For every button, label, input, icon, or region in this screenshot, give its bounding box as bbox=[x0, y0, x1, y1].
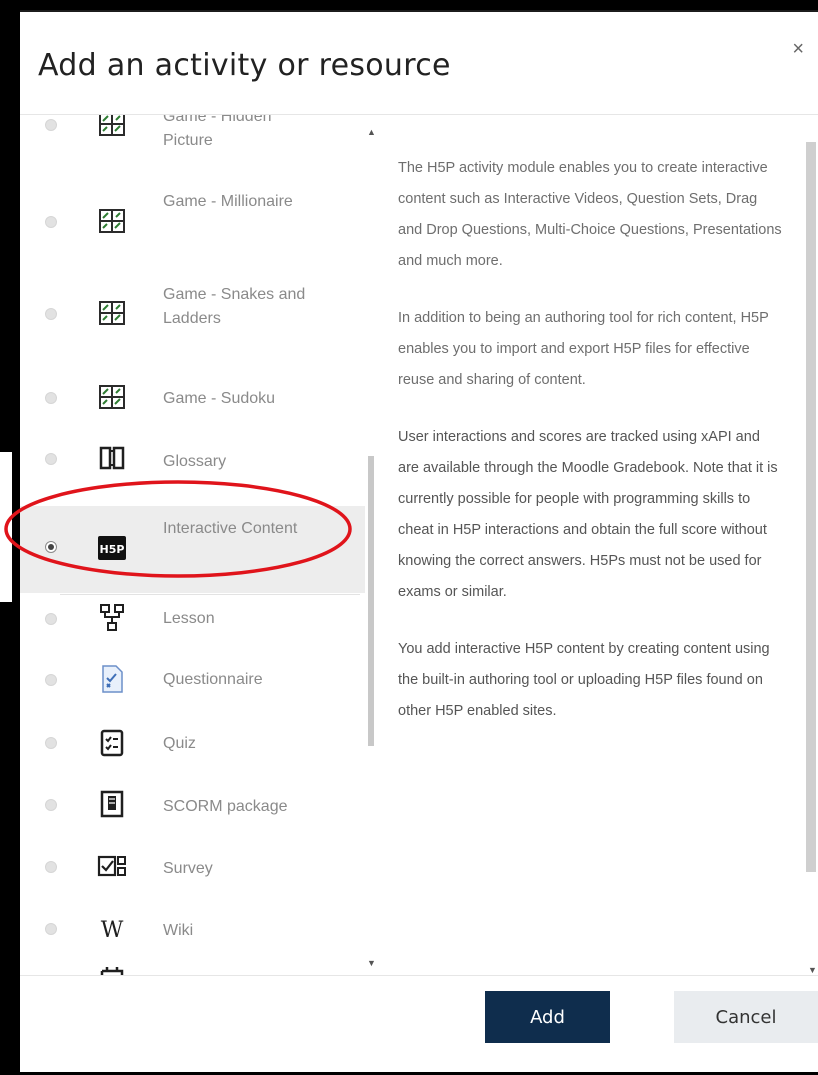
book-icon bbox=[99, 446, 125, 470]
svg-text:W: W bbox=[101, 918, 124, 943]
activity-item-game-sudoku[interactable]: Game - Sudoku bbox=[20, 370, 365, 430]
activity-item-survey[interactable]: Survey bbox=[20, 839, 365, 899]
quiz-checklist-icon bbox=[100, 729, 124, 757]
activity-item-glossary[interactable]: Glossary bbox=[20, 431, 365, 491]
activity-label: Interactive Content bbox=[163, 520, 298, 537]
radio-button-selected[interactable] bbox=[45, 541, 57, 553]
activity-label: Questionnaire bbox=[163, 671, 263, 688]
description-paragraph: You add interactive H5P content by creat… bbox=[398, 641, 770, 719]
activity-label: Wiki bbox=[163, 922, 194, 939]
radio-button[interactable] bbox=[45, 737, 57, 749]
close-icon[interactable]: × bbox=[792, 38, 804, 61]
description-paragraph: In addition to being an authoring tool f… bbox=[398, 310, 769, 388]
radio-button[interactable] bbox=[45, 674, 57, 686]
activity-list-scrollbar[interactable]: ▲ ▼ bbox=[355, 115, 376, 975]
add-button[interactable]: Add bbox=[485, 991, 610, 1043]
game-grid-icon bbox=[99, 301, 125, 325]
activity-item-game-millionaire[interactable]: Game - Millionaire bbox=[20, 193, 365, 254]
radio-button[interactable] bbox=[45, 453, 57, 465]
cancel-button[interactable]: Cancel bbox=[674, 991, 818, 1043]
activity-item-wiki[interactable]: W Wiki bbox=[20, 901, 365, 961]
dialog-footer: Add Cancel bbox=[20, 975, 818, 1075]
questionnaire-icon bbox=[102, 665, 123, 693]
activity-description: The H5P activity module enables you to c… bbox=[398, 115, 803, 975]
activity-item-scorm-package[interactable]: SCORM package bbox=[20, 777, 365, 837]
activity-label: Game - Hidden Picture bbox=[163, 115, 272, 149]
dialog-title: Add an activity or resource bbox=[38, 48, 451, 83]
activity-label: Lesson bbox=[163, 610, 215, 627]
activity-label: Glossary bbox=[163, 453, 227, 470]
wiki-icon: W bbox=[101, 918, 124, 943]
activity-label: SCORM package bbox=[163, 798, 288, 815]
radio-button[interactable] bbox=[45, 613, 57, 625]
svg-text:H5P: H5P bbox=[100, 543, 125, 556]
survey-icon bbox=[97, 855, 126, 877]
radio-button[interactable] bbox=[45, 861, 57, 873]
radio-button[interactable] bbox=[45, 308, 57, 320]
activity-item-quiz[interactable]: Quiz bbox=[20, 715, 365, 775]
activity-label: Game - Sudoku bbox=[163, 390, 276, 407]
activity-item-lesson[interactable]: Lesson bbox=[20, 591, 365, 651]
game-grid-icon bbox=[99, 209, 125, 233]
add-activity-dialog: Add an activity or resource × Game - Hid… bbox=[20, 10, 818, 1072]
activity-item-questionnaire[interactable]: Questionnaire bbox=[20, 652, 365, 712]
activity-label: Game - Snakes and Ladders bbox=[163, 286, 306, 327]
h5p-icon: H5P bbox=[98, 536, 126, 560]
page-edge bbox=[0, 452, 12, 602]
activity-item-game-hidden-picture[interactable]: Game - Hidden Picture bbox=[20, 115, 365, 157]
description-paragraph: User interactions and scores are tracked… bbox=[398, 429, 778, 600]
scroll-down-arrow-icon[interactable]: ▼ bbox=[367, 958, 376, 968]
game-grid-icon bbox=[99, 385, 125, 409]
scroll-down-arrow-icon[interactable]: ▼ bbox=[808, 965, 817, 975]
description-paragraph: The H5P activity module enables you to c… bbox=[398, 160, 782, 269]
activity-item-game-snakes-ladders[interactable]: Game - Snakes and Ladders bbox=[20, 286, 365, 346]
radio-button[interactable] bbox=[45, 119, 57, 131]
scrollbar-thumb[interactable] bbox=[806, 142, 816, 872]
scrollbar-thumb[interactable] bbox=[368, 456, 374, 746]
radio-button[interactable] bbox=[45, 923, 57, 935]
activity-list: Game - Hidden Picture Game - Millionaire… bbox=[20, 115, 378, 975]
partial-item-icon bbox=[100, 967, 124, 975]
game-grid-icon bbox=[99, 115, 125, 136]
activity-label: Game - Millionaire bbox=[163, 193, 293, 210]
scroll-up-arrow-icon[interactable]: ▲ bbox=[367, 127, 376, 137]
scorm-package-icon bbox=[100, 790, 124, 818]
dialog-header: Add an activity or resource × bbox=[20, 12, 818, 115]
lesson-flow-icon bbox=[100, 604, 124, 631]
activity-item-interactive-content[interactable]: H5P Interactive Content bbox=[20, 506, 365, 593]
radio-button[interactable] bbox=[45, 216, 57, 228]
radio-button[interactable] bbox=[45, 392, 57, 404]
activity-label: Survey bbox=[163, 860, 213, 877]
description-scrollbar[interactable]: ▼ bbox=[803, 125, 818, 975]
radio-button[interactable] bbox=[45, 799, 57, 811]
activity-label: Quiz bbox=[163, 735, 196, 752]
